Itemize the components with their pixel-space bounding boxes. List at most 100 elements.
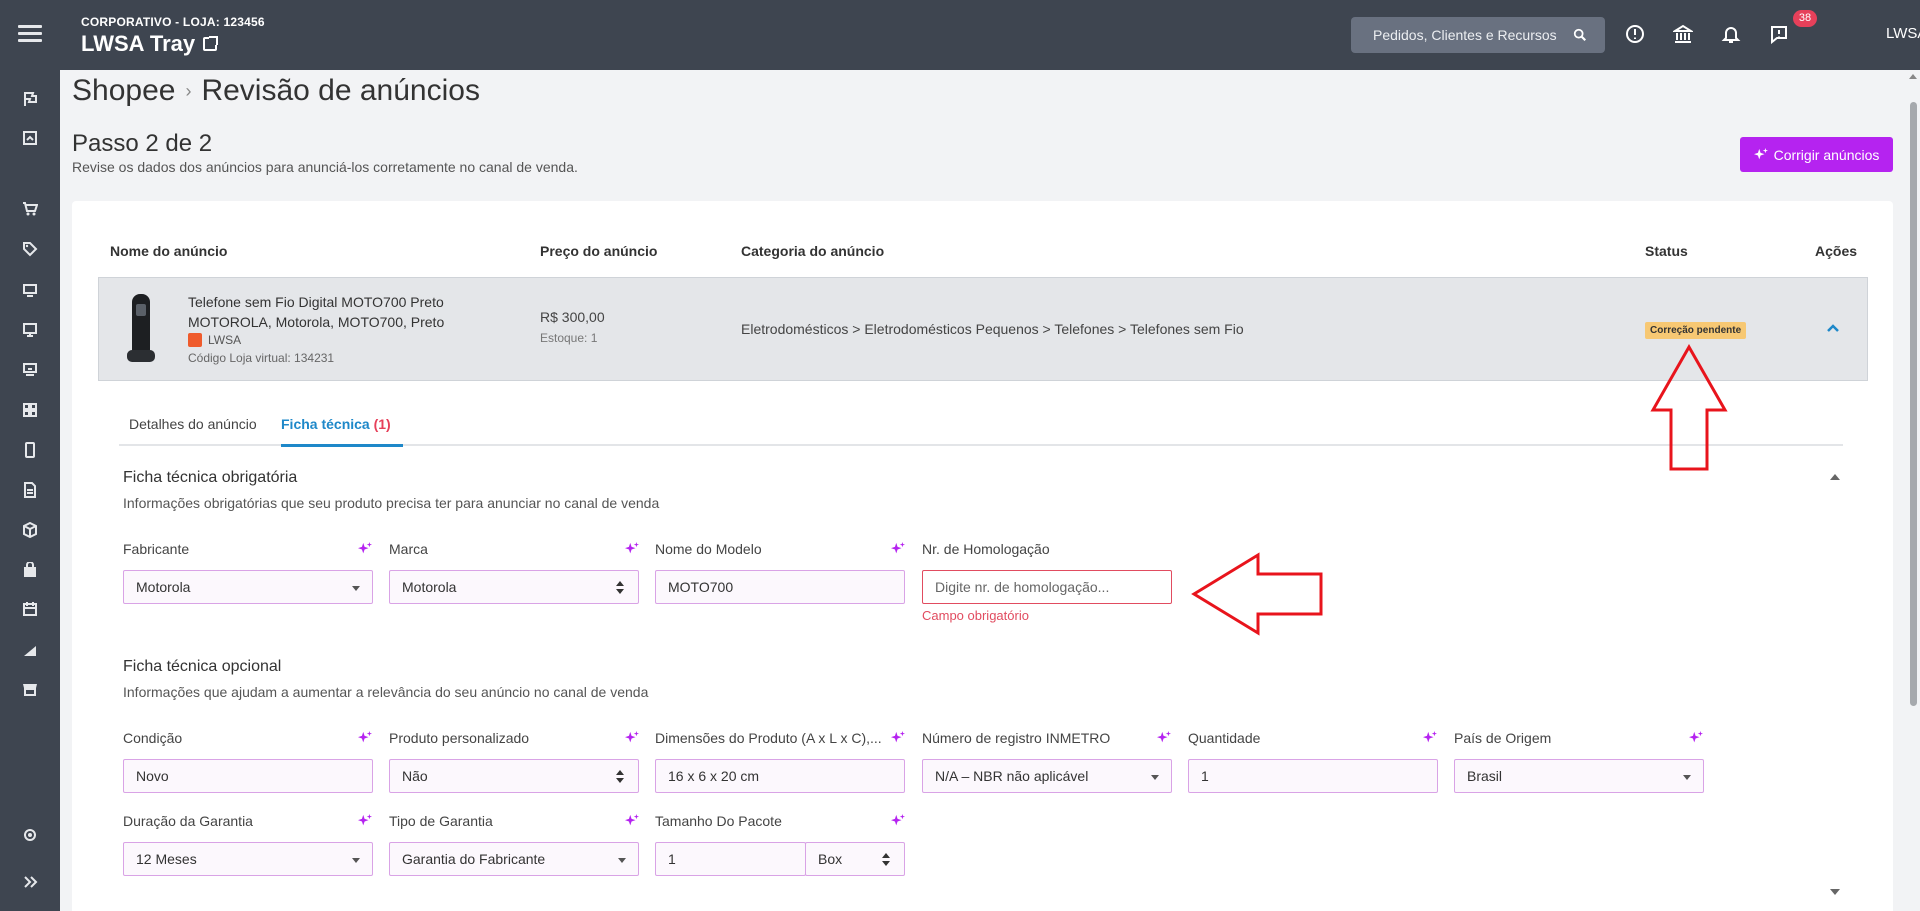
ai-sparkle-icon[interactable]: [891, 814, 905, 828]
display-icon[interactable]: [20, 320, 40, 340]
ai-sparkle-icon[interactable]: [625, 542, 639, 556]
optional-section-description: Informações que ajudam a aumentar a rele…: [123, 684, 649, 700]
tab-listing-details[interactable]: Detalhes do anúncio: [129, 416, 257, 444]
sidebar: [0, 0, 60, 911]
homologation-label: Nr. de Homologação: [922, 541, 1050, 557]
ai-sparkle-icon[interactable]: [358, 731, 372, 745]
ai-sparkle-icon[interactable]: [1689, 731, 1703, 745]
table-row[interactable]: Telefone sem Fio Digital MOTO700 Preto M…: [98, 277, 1868, 381]
inmetro-select[interactable]: N/A – NBR não aplicável: [922, 759, 1172, 793]
chart-icon[interactable]: [20, 640, 40, 660]
store-name: LWSA Tray: [81, 31, 196, 56]
flag-icon[interactable]: [20, 89, 40, 109]
package-size-input[interactable]: 1: [655, 842, 806, 876]
ai-sparkle-icon[interactable]: [625, 731, 639, 745]
store-subtitle: CORPORATIVO - LOJA: 123456: [81, 15, 265, 29]
expand-sidebar-icon[interactable]: [20, 872, 40, 892]
search-icon[interactable]: [1573, 28, 1587, 42]
condition-input[interactable]: Novo: [123, 759, 373, 793]
origin-country-select[interactable]: Brasil: [1454, 759, 1704, 793]
mandatory-section-description: Informações obrigatórias que seu produto…: [123, 495, 660, 511]
package-unit-select[interactable]: Box: [805, 842, 905, 876]
ai-sparkle-icon[interactable]: [1157, 731, 1171, 745]
model-name-input[interactable]: MOTO700: [655, 570, 905, 604]
ai-sparkle-icon[interactable]: [891, 542, 905, 556]
chevron-up-icon[interactable]: [1823, 318, 1843, 338]
product-thumbnail: [127, 294, 155, 362]
grid-icon[interactable]: [20, 400, 40, 420]
alert-icon[interactable]: [1623, 22, 1647, 46]
dashboard-icon[interactable]: [20, 128, 40, 148]
ai-sparkle-icon[interactable]: [358, 814, 372, 828]
ai-sparkle-icon[interactable]: [891, 731, 905, 745]
custom-product-select[interactable]: Não: [389, 759, 639, 793]
scroll-up-arrow-icon[interactable]: [1830, 474, 1840, 480]
ai-sparkle-icon[interactable]: [1423, 731, 1437, 745]
settings-icon[interactable]: [20, 825, 40, 845]
store-icon[interactable]: [20, 679, 40, 699]
column-header-status: Status: [1645, 243, 1688, 259]
step-title: Passo 2 de 2: [72, 130, 213, 157]
user-label: LWSA: [1886, 25, 1920, 42]
homologation-field: [922, 570, 1172, 604]
store-name-link[interactable]: LWSA Tray: [81, 31, 219, 57]
bell-icon[interactable]: [1719, 22, 1743, 46]
breadcrumb-separator: ›: [185, 80, 192, 101]
search-input[interactable]: [1373, 27, 1573, 43]
origin-country-label: País de Origem: [1454, 730, 1552, 746]
manufacturer-select[interactable]: Motorola: [123, 570, 373, 604]
optional-section-title: Ficha técnica opcional: [123, 658, 282, 675]
mandatory-section-title: Ficha técnica obrigatória: [123, 469, 298, 486]
shop-bag-icon: [188, 333, 202, 347]
document-icon[interactable]: [20, 480, 40, 500]
column-header-category: Categoria do anúncio: [741, 243, 885, 259]
fix-listings-button[interactable]: Corrigir anúncios: [1740, 137, 1893, 172]
status-badge: Correção pendente: [1645, 322, 1747, 339]
hamburger-menu-icon[interactable]: [18, 22, 42, 46]
mobile-icon[interactable]: [20, 440, 40, 460]
breadcrumb-root[interactable]: Shopee: [72, 74, 175, 108]
box-icon[interactable]: [20, 520, 40, 540]
column-header-actions: Ações: [1815, 243, 1858, 259]
scrollbar-up-arrow-icon[interactable]: [1909, 74, 1917, 79]
column-header-name: Nome do anúncio: [110, 243, 228, 259]
page-title: Revisão de anúncios: [201, 74, 480, 107]
product-name: Telefone sem Fio Digital MOTO700 Preto M…: [188, 294, 445, 330]
calendar-icon[interactable]: [20, 599, 40, 619]
tag-icon[interactable]: [20, 239, 40, 259]
scroll-down-arrow-icon[interactable]: [1830, 889, 1840, 895]
condition-label: Condição: [123, 730, 183, 746]
tab-technical-sheet[interactable]: Ficha técnica (1): [281, 416, 403, 447]
desktop-icon[interactable]: [20, 360, 40, 380]
monitor-icon[interactable]: [20, 280, 40, 300]
ai-sparkle-icon[interactable]: [625, 814, 639, 828]
fix-listings-label: Corrigir anúncios: [1773, 146, 1880, 163]
scrollbar-thumb[interactable]: [1910, 102, 1917, 706]
bank-icon[interactable]: [1671, 22, 1695, 46]
custom-product-label: Produto personalizado: [389, 730, 530, 746]
cart-icon[interactable]: [20, 199, 40, 219]
tab-error-count: (1): [373, 416, 391, 432]
seller-name: LWSA: [208, 333, 242, 347]
package-size-label: Tamanho Do Pacote: [655, 813, 782, 829]
breadcrumb: Shopee › Revisão de anúncios: [72, 74, 480, 108]
feedback-icon[interactable]: [1767, 22, 1791, 46]
inmetro-label: Número de registro INMETRO: [922, 730, 1111, 746]
warranty-duration-select[interactable]: 12 Meses: [123, 842, 373, 876]
homologation-input[interactable]: [935, 579, 1159, 595]
listing-category: Eletrodomésticos > Eletrodomésticos Pequ…: [741, 321, 1244, 337]
product-code: Código Loja virtual: 134231: [188, 351, 335, 365]
dimensions-label: Dimensões do Produto (A x L x C),...: [655, 730, 882, 746]
ai-sparkle-icon[interactable]: [358, 542, 372, 556]
manufacturer-label: Fabricante: [123, 541, 190, 557]
seller: LWSA: [188, 333, 241, 347]
warranty-type-select[interactable]: Garantia do Fabricante: [389, 842, 639, 876]
brand-select[interactable]: Motorola: [389, 570, 639, 604]
annotation-arrow-left-icon: [1191, 552, 1323, 636]
quantity-input[interactable]: 1: [1188, 759, 1438, 793]
bag-icon[interactable]: [20, 560, 40, 580]
homologation-error: Campo obrigatório: [922, 608, 1029, 623]
column-header-price: Preço do anúncio: [540, 243, 658, 259]
user-menu[interactable]: LWSA: [1886, 25, 1920, 42]
dimensions-input[interactable]: 16 x 6 x 20 cm: [655, 759, 905, 793]
